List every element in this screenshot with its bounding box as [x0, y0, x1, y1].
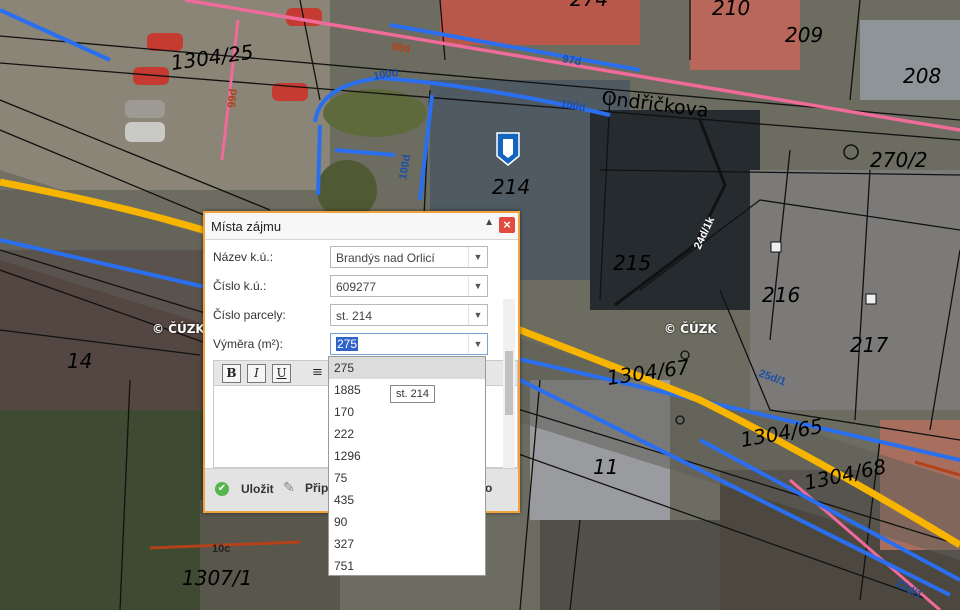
save-label: Uložit	[241, 482, 274, 496]
parcel-number-label: 14	[67, 349, 92, 373]
dropdown-option[interactable]: 275	[329, 357, 485, 379]
select-value: st. 214	[336, 309, 373, 323]
area-select[interactable]: 275 ▼	[330, 333, 488, 355]
parcel-number-select[interactable]: st. 214 ▼	[330, 304, 488, 326]
dropdown-option[interactable]: 75	[329, 467, 485, 489]
chevron-down-icon[interactable]: ▼	[468, 334, 487, 354]
field-label: Číslo parcely:	[213, 308, 286, 322]
checkmark-icon: ✔	[215, 482, 229, 496]
dropdown-option[interactable]: 222	[329, 423, 485, 445]
cadastral-name-select[interactable]: Brandýs nad Orlicí ▼	[330, 246, 488, 268]
pin-icon[interactable]: ✎	[283, 479, 295, 496]
dropdown-option[interactable]: 1296	[329, 445, 485, 467]
field-area: Výměra (m²): 275 ▼	[213, 333, 513, 355]
footer-button-partial[interactable]: o	[485, 481, 492, 495]
italic-button[interactable]: I	[247, 364, 266, 383]
field-label: Číslo k.ú.:	[213, 279, 267, 293]
parcel-number-label: 214	[492, 175, 530, 199]
scrollbar-thumb[interactable]	[505, 351, 513, 415]
parcel-number-label: 270/2	[870, 148, 928, 172]
align-left-icon[interactable]: ≡	[309, 364, 326, 381]
parcel-number-label: 209	[785, 23, 823, 47]
line-code-label: 99d	[226, 88, 240, 108]
parcel-number-label: 208	[903, 64, 941, 88]
dialog-scrollbar[interactable]	[503, 299, 515, 475]
dropdown-option[interactable]: 170	[329, 401, 485, 423]
field-label: Výměra (m²):	[213, 337, 283, 351]
field-cadastral-number: Číslo k.ú.: 609277 ▼	[213, 275, 513, 297]
field-cadastral-name: Název k.ú.: Brandýs nad Orlicí ▼	[213, 246, 513, 268]
bold-button[interactable]: B	[222, 364, 241, 383]
underline-button[interactable]: U	[272, 364, 291, 383]
dropdown-option[interactable]: 751	[329, 555, 485, 577]
parcel-tooltip: st. 214	[390, 385, 436, 403]
line-code-label: 10c	[212, 543, 230, 555]
field-label: Název k.ú.:	[213, 250, 274, 264]
select-value: 275	[336, 337, 359, 351]
close-icon[interactable]: ×	[499, 217, 515, 233]
dropdown-option[interactable]: 90	[329, 511, 485, 533]
cuzk-watermark: © ČÚZK	[664, 322, 717, 336]
dropdown-option[interactable]: 327	[329, 533, 485, 555]
cadastral-number-select[interactable]: 609277 ▼	[330, 275, 488, 297]
parcel-number-label: 216	[762, 283, 800, 307]
parcel-number-label: 217	[850, 333, 888, 357]
chevron-down-icon[interactable]: ▼	[468, 305, 487, 325]
parcel-number-label: 274	[570, 0, 608, 11]
parcel-number-label: 210	[712, 0, 750, 20]
dialog-title: Místa zájmu	[211, 219, 282, 234]
chevron-down-icon[interactable]: ▼	[468, 276, 487, 296]
cuzk-watermark: © ČÚZK	[152, 322, 205, 336]
minimize-icon[interactable]: ▲	[484, 217, 494, 228]
parcel-number-label: 215	[613, 251, 651, 275]
attach-button[interactable]: Přip	[305, 481, 328, 495]
dialog-titlebar[interactable]: Místa zájmu ▲ ×	[205, 213, 518, 240]
parcel-number-label: 1307/1	[182, 566, 252, 590]
select-value: Brandýs nad Orlicí	[336, 251, 435, 265]
chevron-down-icon[interactable]: ▼	[468, 247, 487, 267]
parcel-number-label: 11	[593, 455, 618, 479]
field-parcel-number: Číslo parcely: st. 214 ▼	[213, 304, 513, 326]
dropdown-option[interactable]: 435	[329, 489, 485, 511]
select-value: 609277	[336, 280, 377, 294]
